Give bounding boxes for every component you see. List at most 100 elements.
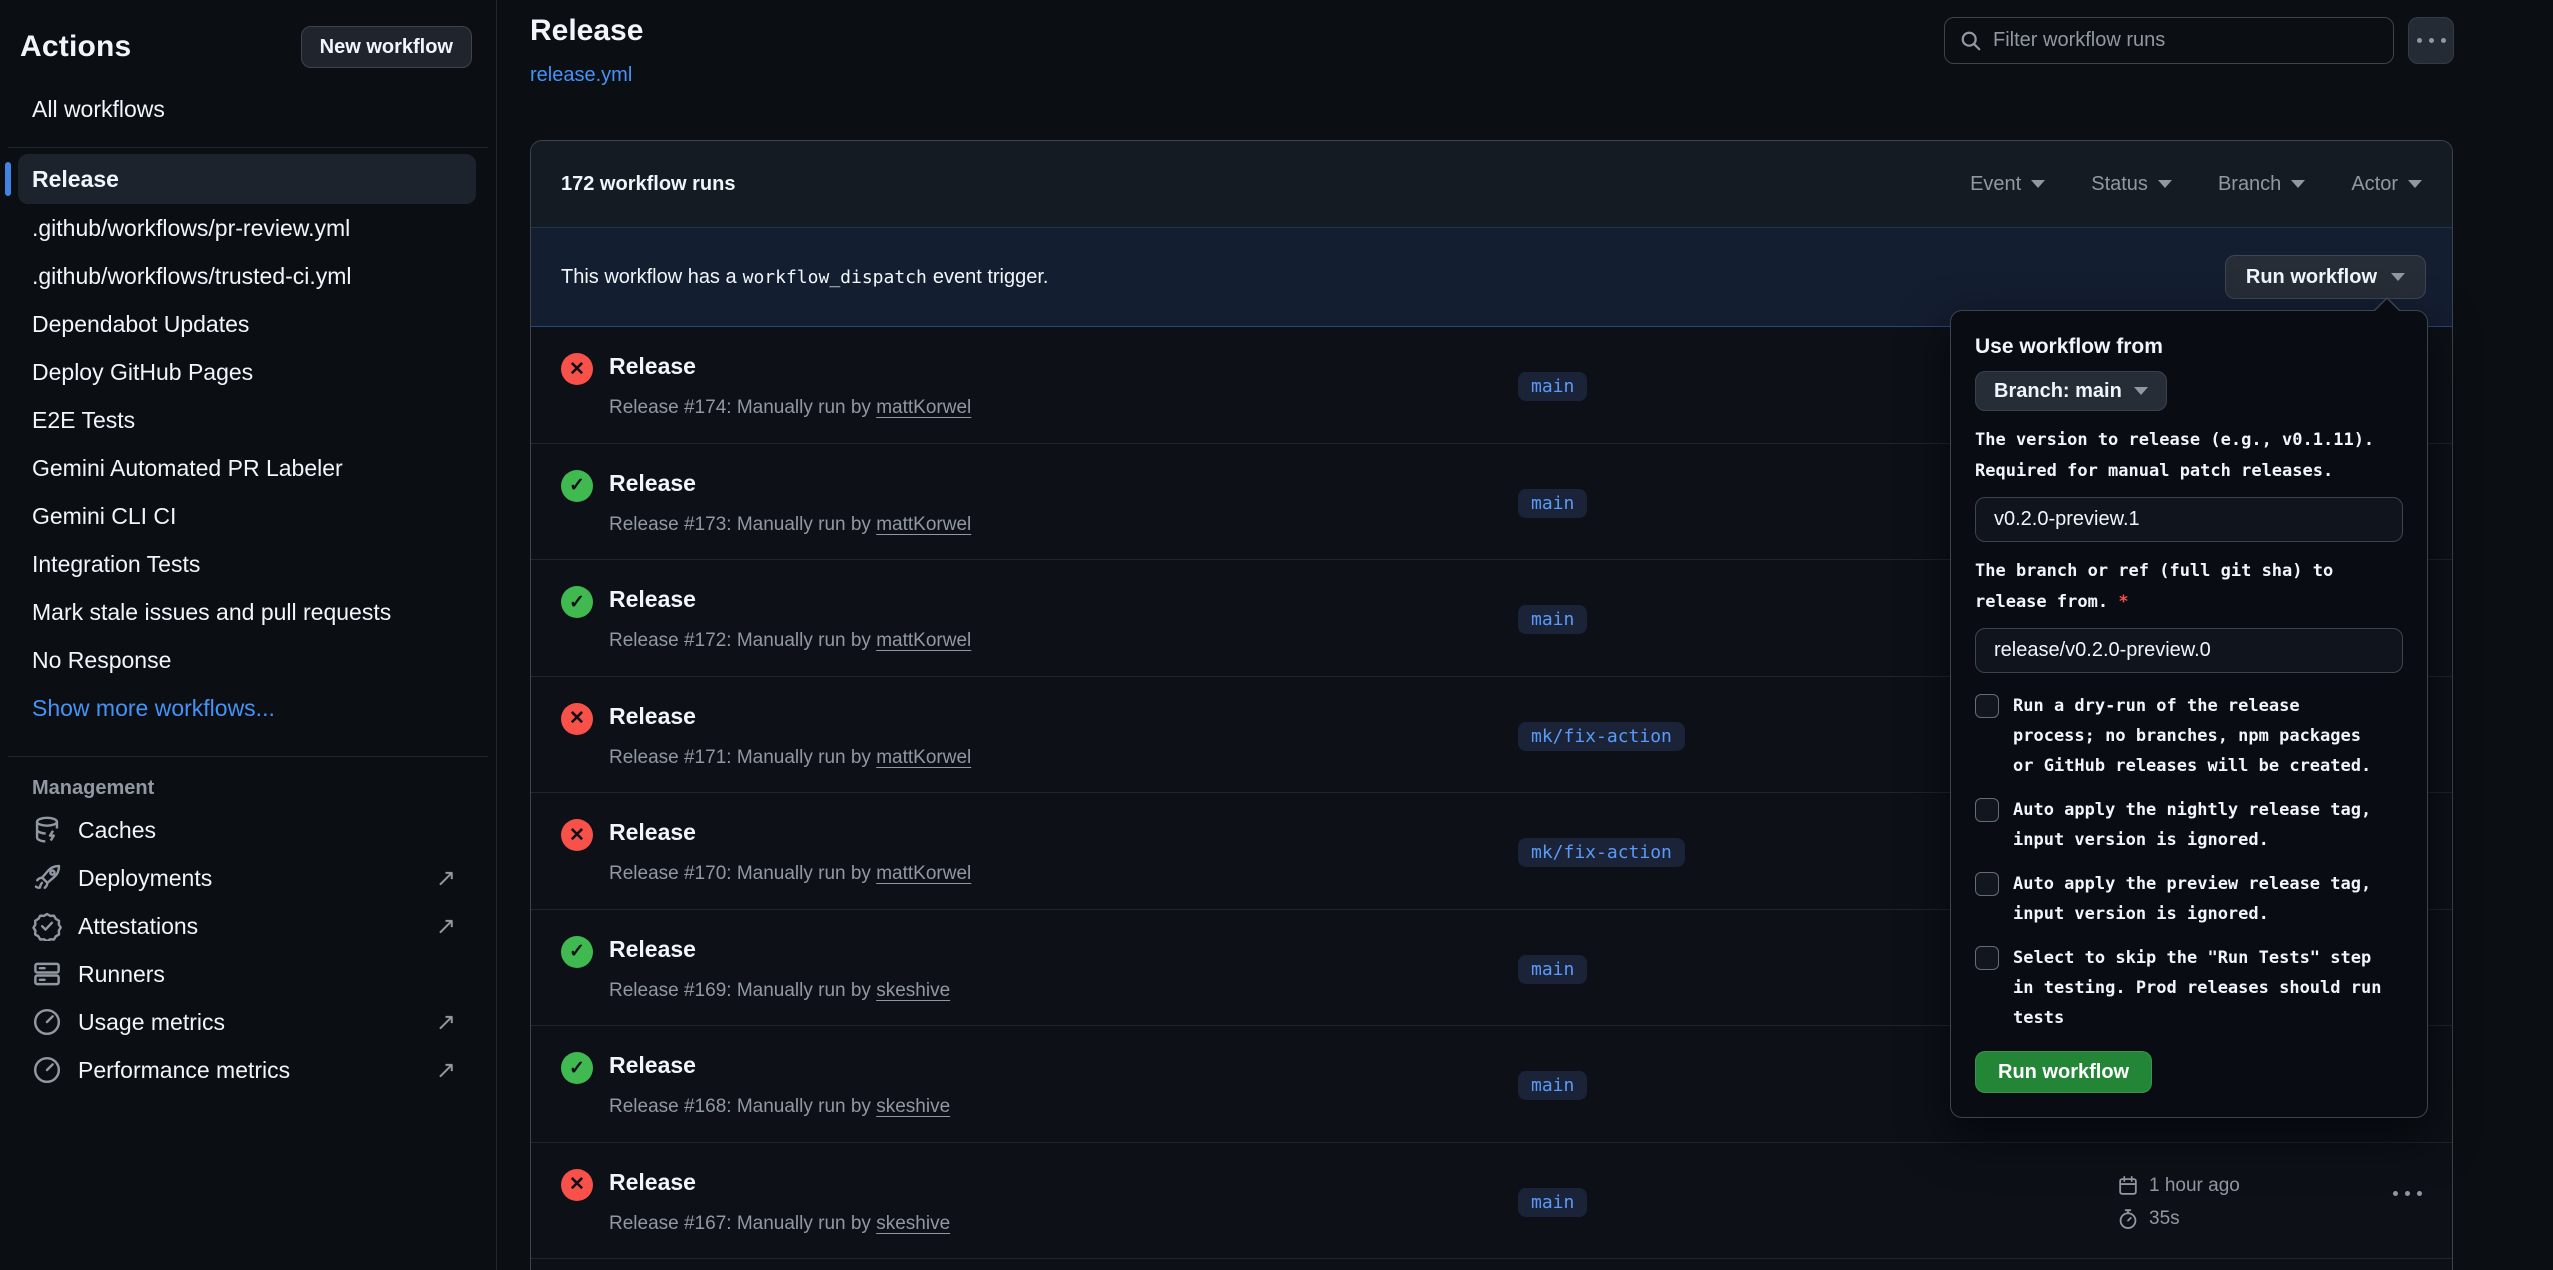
filter-status[interactable]: Status xyxy=(2091,173,2172,196)
branch-badge[interactable]: main xyxy=(1518,1188,1587,1217)
run-title-link[interactable]: Release xyxy=(609,819,696,846)
sidebar-title: Actions xyxy=(20,30,131,64)
actions-sidebar: Actions New workflow All workflows Relea… xyxy=(0,0,497,1270)
new-workflow-button[interactable]: New workflow xyxy=(301,26,472,68)
workflow-run-row[interactable]: ✕ Release Release #167: Manually run by … xyxy=(531,1143,2452,1260)
workflow-list: Release .github/workflows/pr-review.yml … xyxy=(18,154,476,684)
version-help-text: The version to release (e.g., v0.1.11). … xyxy=(1975,425,2403,487)
checkbox[interactable] xyxy=(1975,872,1999,896)
calendar-icon xyxy=(2117,1175,2139,1197)
run-title-link[interactable]: Release xyxy=(609,470,696,497)
run-description: Release #168: Manually run by skeshive xyxy=(609,1096,950,1118)
mgmt-label: Deployments xyxy=(78,865,212,892)
success-check-icon: ✓ xyxy=(561,470,593,502)
sidebar-item-workflow[interactable]: .github/workflows/pr-review.yml xyxy=(18,204,476,252)
all-workflows-link[interactable]: All workflows xyxy=(32,96,496,123)
filter-actor[interactable]: Actor xyxy=(2351,173,2422,196)
actor-link[interactable]: mattKorwel xyxy=(876,397,971,418)
branch-badge[interactable]: main xyxy=(1518,605,1587,634)
sidebar-item-workflow[interactable]: .github/workflows/trusted-ci.yml xyxy=(18,252,476,300)
workflow-label: Gemini Automated PR Labeler xyxy=(32,455,343,482)
dialog-heading: Use workflow from xyxy=(1975,335,2403,359)
failed-x-icon: ✕ xyxy=(561,819,593,851)
actor-link[interactable]: mattKorwel xyxy=(876,514,971,535)
stopwatch-icon xyxy=(2117,1208,2139,1230)
verified-badge-icon xyxy=(32,911,62,941)
actor-link[interactable]: mattKorwel xyxy=(876,630,971,651)
run-title-link[interactable]: Release xyxy=(609,936,696,963)
filter-branch[interactable]: Branch xyxy=(2218,173,2305,196)
sidebar-item-workflow[interactable]: Gemini CLI CI xyxy=(18,492,476,540)
run-options-button[interactable] xyxy=(2393,1191,2422,1196)
dialog-checkboxes: Run a dry-run of the release process; no… xyxy=(1975,691,2403,1033)
management-list: Caches Deployments ↗ Attestations ↗ Runn… xyxy=(0,806,496,1094)
run-workflow-submit-button[interactable]: Run workflow xyxy=(1975,1051,2152,1093)
sidebar-item-workflow[interactable]: Dependabot Updates xyxy=(18,300,476,348)
actor-link[interactable]: mattKorwel xyxy=(876,863,971,884)
sidebar-item-workflow[interactable]: Mark stale issues and pull requests xyxy=(18,588,476,636)
runs-filters: Event Status Branch Actor xyxy=(1970,173,2422,196)
failed-x-icon: ✕ xyxy=(561,353,593,385)
rocket-icon xyxy=(32,863,62,893)
runs-count: 172 workflow runs xyxy=(561,173,736,196)
ref-input[interactable] xyxy=(1975,628,2403,673)
dialog-checkbox-row: Select to skip the "Run Tests" step in t… xyxy=(1975,943,2403,1033)
branch-badge[interactable]: main xyxy=(1518,372,1587,401)
sidebar-item-workflow[interactable]: Gemini Automated PR Labeler xyxy=(18,444,476,492)
checkbox[interactable] xyxy=(1975,798,1999,822)
workflow-dispatch-code: workflow_dispatch xyxy=(743,267,927,288)
sidebar-item-workflow[interactable]: Deploy GitHub Pages xyxy=(18,348,476,396)
run-title-link[interactable]: Release xyxy=(609,353,696,380)
sidebar-divider xyxy=(8,147,488,148)
branch-badge[interactable]: main xyxy=(1518,955,1587,984)
sidebar-item-workflow[interactable]: Integration Tests xyxy=(18,540,476,588)
chevron-down-icon xyxy=(2391,273,2405,281)
sidebar-item-caches[interactable]: Caches xyxy=(0,806,496,854)
branch-badge[interactable]: main xyxy=(1518,1071,1587,1100)
sidebar-item-usage-metrics[interactable]: Usage metrics ↗ xyxy=(0,998,496,1046)
sidebar-item-workflow[interactable]: Release xyxy=(18,154,476,204)
success-check-icon: ✓ xyxy=(561,1052,593,1084)
workflow-label: Deploy GitHub Pages xyxy=(32,359,253,386)
run-title-link[interactable]: Release xyxy=(609,1052,696,1079)
run-description: Release #167: Manually run by skeshive xyxy=(609,1213,950,1235)
actor-link[interactable]: mattKorwel xyxy=(876,747,971,768)
search-icon xyxy=(1959,29,1983,53)
branch-select-button[interactable]: Branch: main xyxy=(1975,371,2167,411)
checkbox[interactable] xyxy=(1975,694,1999,718)
dropdown-caret xyxy=(2373,297,2401,311)
actor-link[interactable]: skeshive xyxy=(876,980,950,1001)
run-title-link[interactable]: Release xyxy=(609,703,696,730)
workflow-file-link[interactable]: release.yml xyxy=(530,64,632,87)
mgmt-label: Usage metrics xyxy=(78,1009,225,1036)
version-input[interactable] xyxy=(1975,497,2403,542)
actor-link[interactable]: skeshive xyxy=(876,1096,950,1117)
chevron-down-icon xyxy=(2158,180,2172,188)
checkbox[interactable] xyxy=(1975,946,1999,970)
filter-workflow-runs-input[interactable] xyxy=(1993,29,2379,52)
sidebar-divider xyxy=(8,756,488,757)
filter-event[interactable]: Event xyxy=(1970,173,2045,196)
sidebar-item-workflow[interactable]: E2E Tests xyxy=(18,396,476,444)
sidebar-item-runners[interactable]: Runners xyxy=(0,950,496,998)
branch-badge[interactable]: mk/fix-action xyxy=(1518,722,1685,751)
workflow-label: Release xyxy=(32,166,119,193)
sidebar-item-deployments[interactable]: Deployments ↗ xyxy=(0,854,496,902)
sidebar-item-attestations[interactable]: Attestations ↗ xyxy=(0,902,496,950)
branch-badge[interactable]: main xyxy=(1518,489,1587,518)
sidebar-item-performance-metrics[interactable]: Performance metrics ↗ xyxy=(0,1046,496,1094)
workflow-options-button[interactable] xyxy=(2408,17,2454,64)
show-more-workflows-link[interactable]: Show more workflows... xyxy=(0,684,496,732)
mgmt-label: Attestations xyxy=(78,913,198,940)
workflow-label: Integration Tests xyxy=(32,551,200,578)
actor-link[interactable]: skeshive xyxy=(876,1213,950,1234)
kebab-horizontal-icon xyxy=(2393,1191,2422,1196)
run-workflow-dropdown-button[interactable]: Run workflow xyxy=(2225,255,2426,299)
run-title-link[interactable]: Release xyxy=(609,1169,696,1196)
run-title-link[interactable]: Release xyxy=(609,586,696,613)
dialog-checkbox-row: Auto apply the preview release tag, inpu… xyxy=(1975,869,2403,929)
dialog-checkbox-row: Auto apply the nightly release tag, inpu… xyxy=(1975,795,2403,855)
sidebar-item-workflow[interactable]: No Response xyxy=(18,636,476,684)
branch-badge[interactable]: mk/fix-action xyxy=(1518,838,1685,867)
page-title: Release xyxy=(530,14,643,48)
